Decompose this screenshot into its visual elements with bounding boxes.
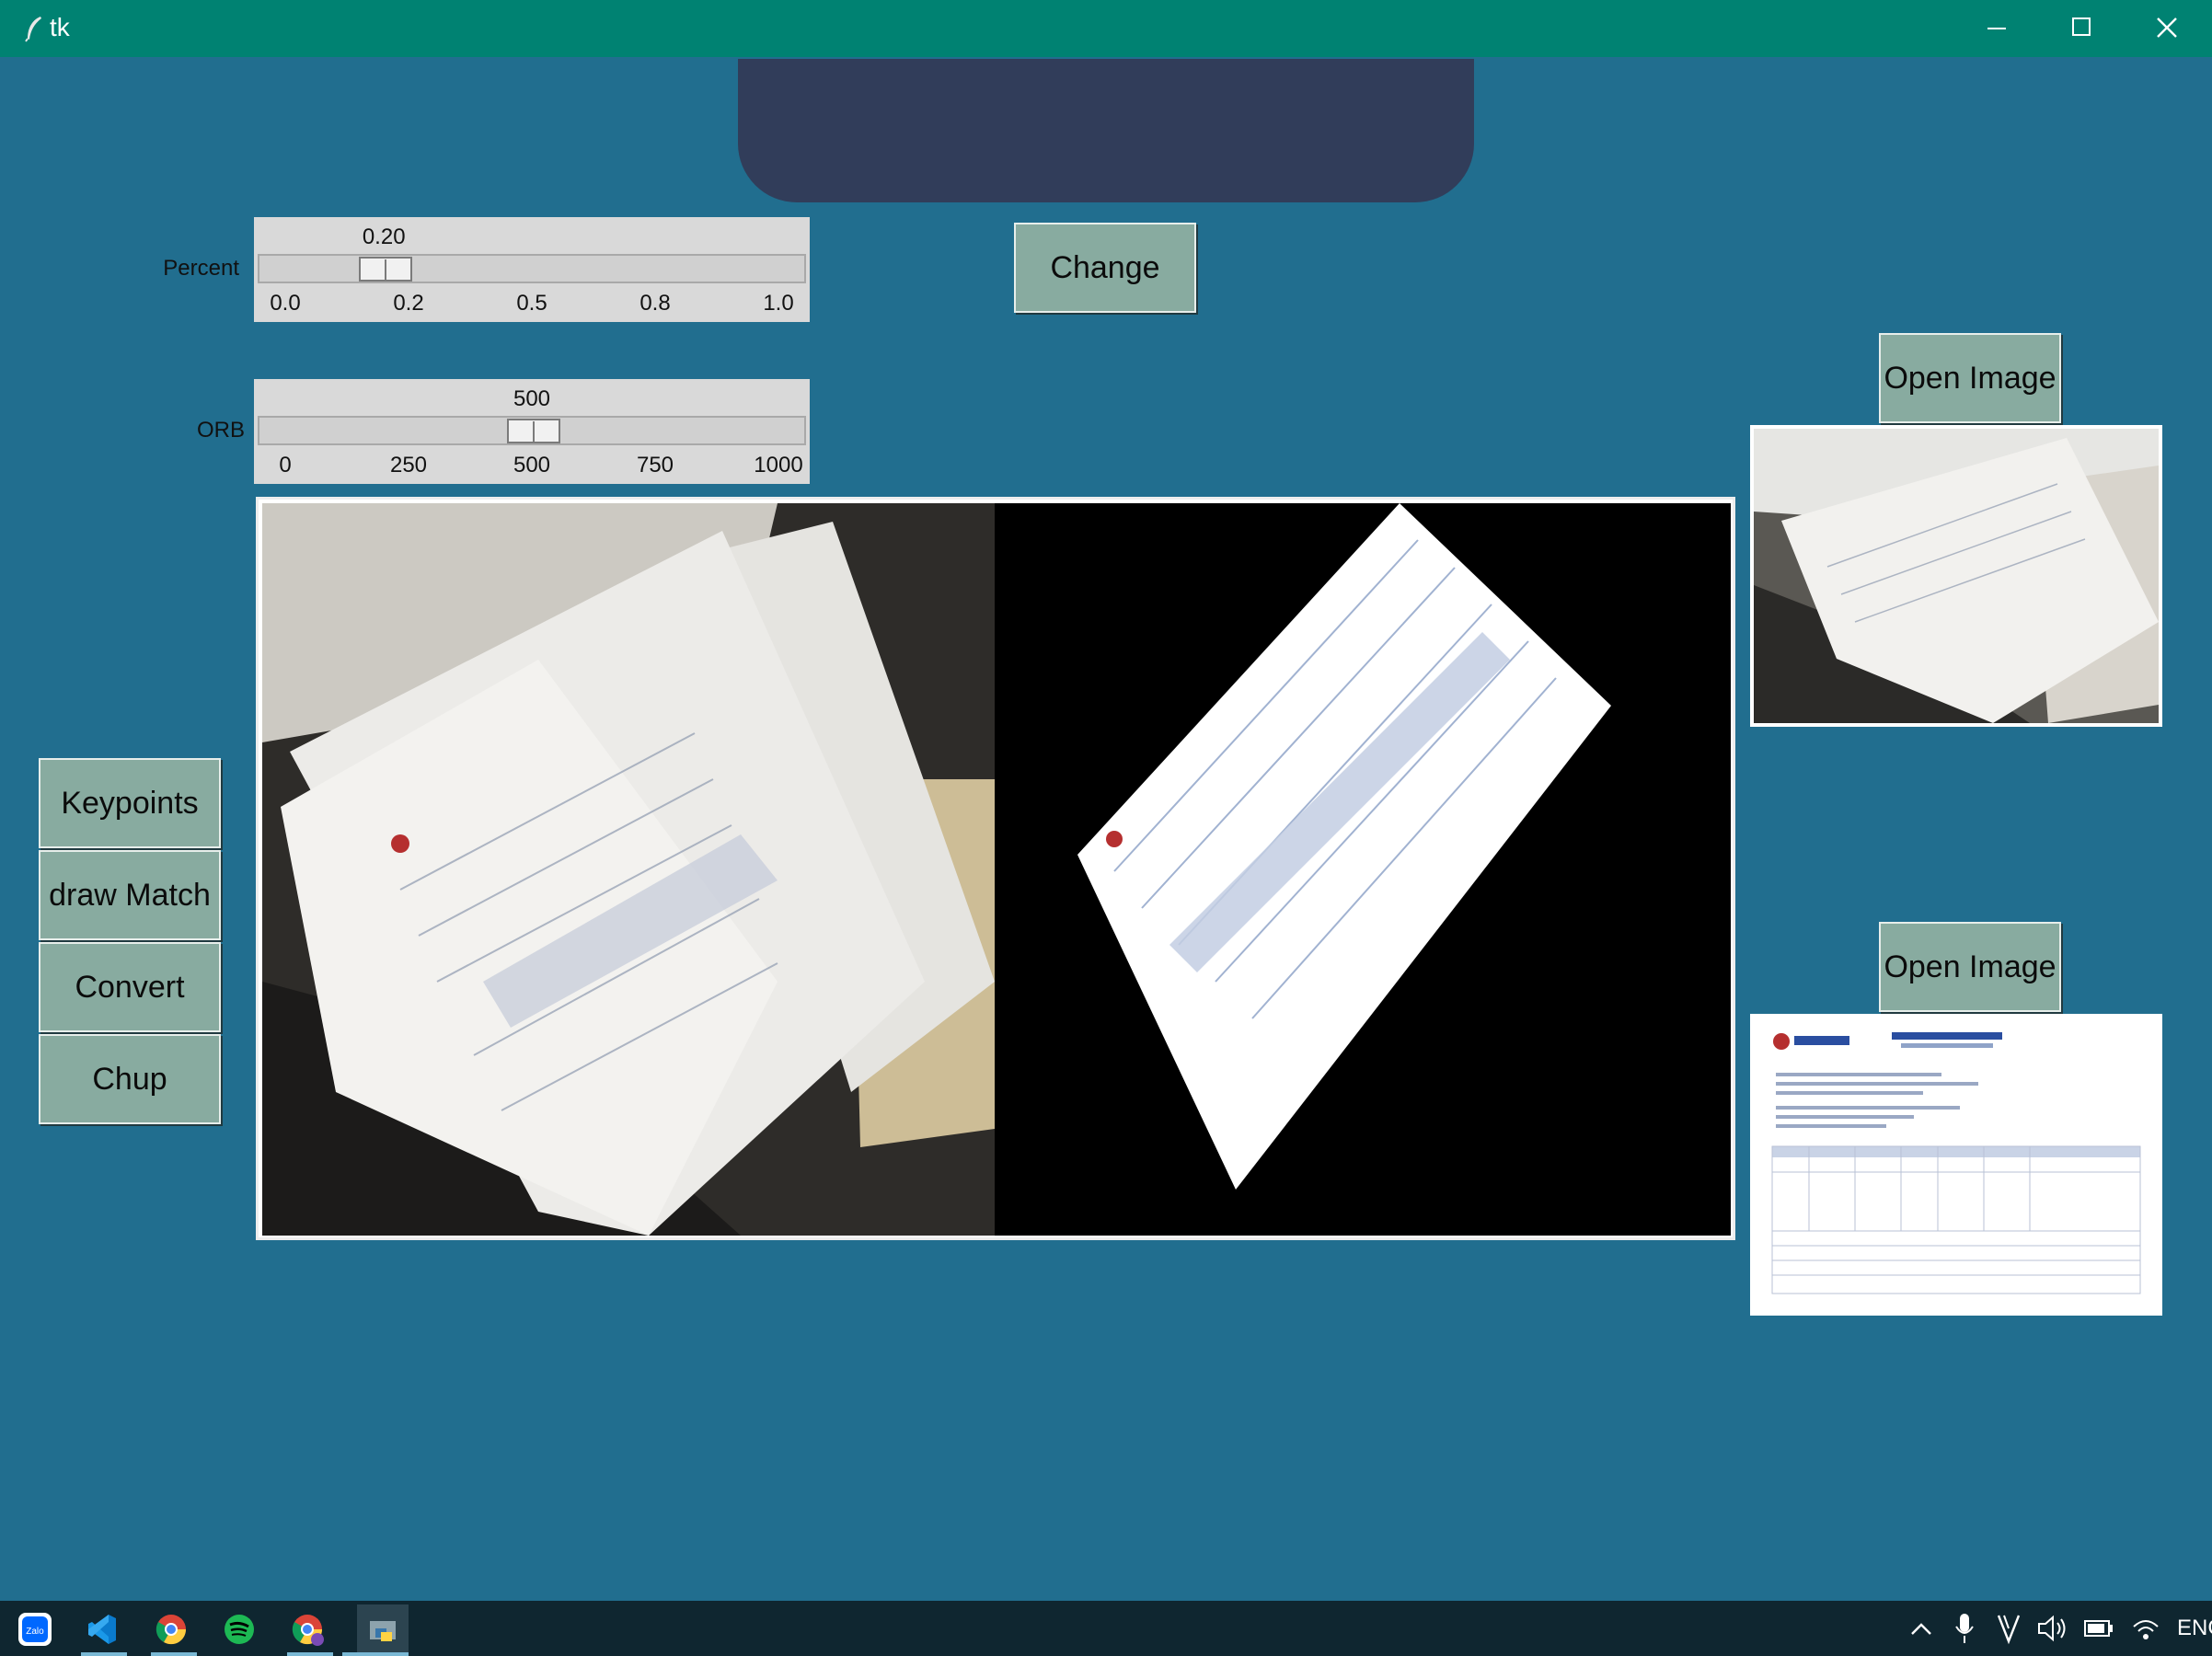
- source-photo: [262, 503, 995, 1236]
- minimize-icon: [1987, 28, 2006, 29]
- invoice-photo-image: [262, 503, 995, 1236]
- vscode-underline: [81, 1652, 127, 1656]
- feather-icon: [25, 17, 41, 42]
- application-window: { "window": { "title": "tk" }, "percent_…: [0, 0, 2212, 1656]
- python-icon[interactable]: [357, 1604, 409, 1656]
- title-bar: tk: [0, 0, 2212, 57]
- percent-tick: 1.0: [763, 291, 794, 316]
- orb-tick: 500: [513, 453, 551, 477]
- svg-text:Zalo: Zalo: [26, 1627, 44, 1637]
- open-image-button-1[interactable]: Open Image: [1879, 333, 2061, 423]
- percent-slider-thumb[interactable]: [359, 257, 413, 282]
- orb-tick: 750: [636, 453, 674, 477]
- taskbar: Zalo ENG: [0, 1601, 2212, 1656]
- keypoints-button[interactable]: Keypoints: [39, 758, 221, 848]
- zalo-icon[interactable]: Zalo: [15, 1609, 55, 1650]
- microphone-icon[interactable]: [1953, 1612, 1976, 1645]
- thumbnail-photo: [1750, 425, 2162, 727]
- vscode-icon[interactable]: [81, 1609, 121, 1650]
- change-button[interactable]: Change: [1014, 223, 1196, 313]
- orb-tick: 1000: [754, 453, 803, 477]
- percent-value: 0.20: [362, 224, 406, 249]
- close-button[interactable]: [2126, 0, 2210, 57]
- chrome-profile-underline: [287, 1652, 333, 1656]
- vpn-icon[interactable]: [1995, 1612, 2022, 1645]
- orb-trough[interactable]: [258, 416, 806, 445]
- spotify-icon[interactable]: [219, 1609, 259, 1650]
- chrome-underline: [151, 1652, 197, 1656]
- maximize-icon: [2072, 17, 2091, 36]
- battery-icon[interactable]: [2083, 1614, 2116, 1643]
- percent-trough[interactable]: [258, 254, 806, 283]
- python-underline: [342, 1652, 409, 1656]
- minimize-button[interactable]: [1956, 0, 2041, 57]
- orb-value: 500: [513, 386, 551, 411]
- chrome-icon[interactable]: [151, 1609, 191, 1650]
- chup-button[interactable]: Chup: [39, 1034, 221, 1124]
- window-title: tk: [50, 13, 70, 41]
- percent-tick: 0.8: [639, 291, 671, 316]
- draw-match-button[interactable]: draw Match: [39, 850, 221, 940]
- warped-invoice-image: [995, 503, 1731, 1236]
- photo-thumbnail-image: [1754, 429, 2159, 723]
- match-canvas: [256, 497, 1735, 1240]
- percent-label: Percent: [163, 256, 239, 281]
- chevron-up-icon[interactable]: [1908, 1616, 1934, 1641]
- percent-tick: 0.2: [393, 291, 424, 316]
- orb-tick: 0: [279, 453, 292, 477]
- percent-tick: 0.0: [270, 291, 301, 316]
- maximize-button[interactable]: [2041, 0, 2126, 57]
- convert-button[interactable]: Convert: [39, 942, 221, 1032]
- orb-scale[interactable]: 500 0 250 500 750 1000: [254, 379, 810, 484]
- percent-scale[interactable]: 0.20 0.0 0.2 0.5 0.8 1.0: [254, 217, 810, 322]
- close-icon: [2157, 17, 2177, 38]
- language-indicator[interactable]: ENG: [2177, 1616, 2212, 1641]
- orb-tick: 250: [389, 453, 428, 477]
- orb-slider-thumb[interactable]: [507, 419, 560, 443]
- volume-icon[interactable]: [2037, 1614, 2070, 1643]
- orb-label: ORB: [196, 418, 245, 443]
- wifi-icon[interactable]: [2131, 1614, 2160, 1643]
- percent-tick: 0.5: [516, 291, 547, 316]
- chrome-profile-icon[interactable]: [287, 1609, 328, 1650]
- top-panel: [738, 59, 1474, 202]
- warped-image: [995, 503, 1731, 1236]
- open-image-button-2[interactable]: Open Image: [1879, 922, 2061, 1012]
- invoice-template-image: [1754, 1018, 2159, 1312]
- thumbnail-template: [1750, 1014, 2162, 1316]
